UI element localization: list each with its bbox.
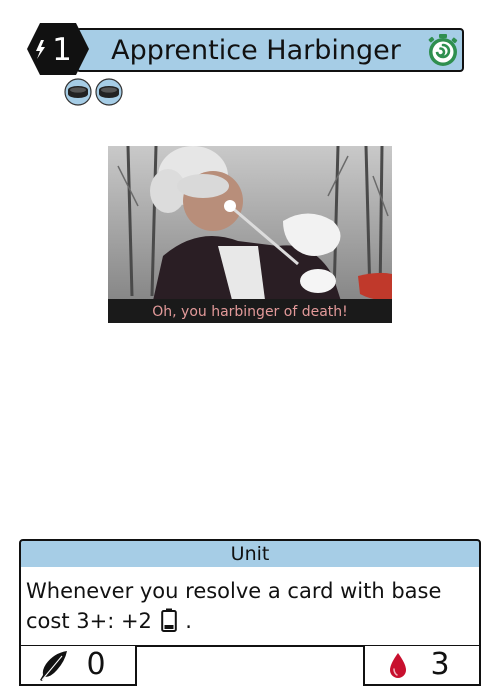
feather-icon	[40, 651, 67, 681]
artwork-caption: Oh, you harbinger of death!	[152, 304, 348, 320]
card-type: Unit	[230, 543, 270, 565]
coin-token-icon	[95, 78, 123, 106]
coin-token-icon	[64, 78, 92, 106]
attack-value: 0	[86, 647, 106, 682]
battery-icon	[160, 608, 177, 632]
stopwatch-icon	[428, 34, 458, 66]
blood-drop-icon	[390, 653, 406, 678]
cost-value: 1	[52, 32, 72, 68]
card-artwork: Oh, you harbinger of death!	[108, 146, 392, 323]
card-name: Apprentice Harbinger	[111, 35, 401, 66]
ability-text: Whenever you resolve a card with base co…	[26, 579, 442, 633]
ability-suffix: .	[185, 609, 192, 633]
ability-text-block: Whenever you resolve a card with base co…	[26, 576, 476, 636]
health-value: 3	[430, 647, 450, 682]
